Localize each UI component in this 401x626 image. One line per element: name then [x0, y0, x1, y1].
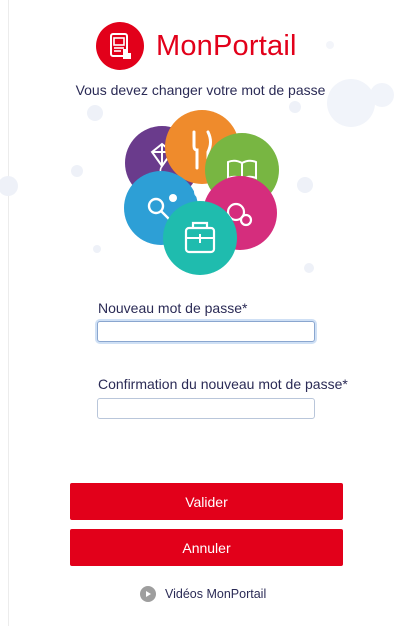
cancel-button[interactable]: Annuler	[70, 529, 343, 566]
new-password-label: Nouveau mot de passe*	[98, 300, 248, 316]
page-subtitle: Vous devez changer votre mot de passe	[75, 82, 326, 98]
app-title: MonPortail	[156, 29, 297, 62]
videos-link[interactable]: Vidéos MonPortail	[140, 584, 266, 604]
play-icon	[140, 586, 156, 602]
new-password-input[interactable]	[97, 321, 315, 342]
portal-logo-icon	[96, 22, 144, 70]
confirm-password-label: Confirmation du nouveau mot de passe*	[98, 376, 348, 392]
illustration-flower	[124, 110, 279, 275]
backpack-icon	[163, 201, 237, 275]
submit-button[interactable]: Valider	[70, 483, 343, 520]
confirm-password-input[interactable]	[97, 398, 315, 419]
videos-link-label: Vidéos MonPortail	[165, 587, 267, 601]
app-logo: MonPortail	[96, 20, 297, 72]
